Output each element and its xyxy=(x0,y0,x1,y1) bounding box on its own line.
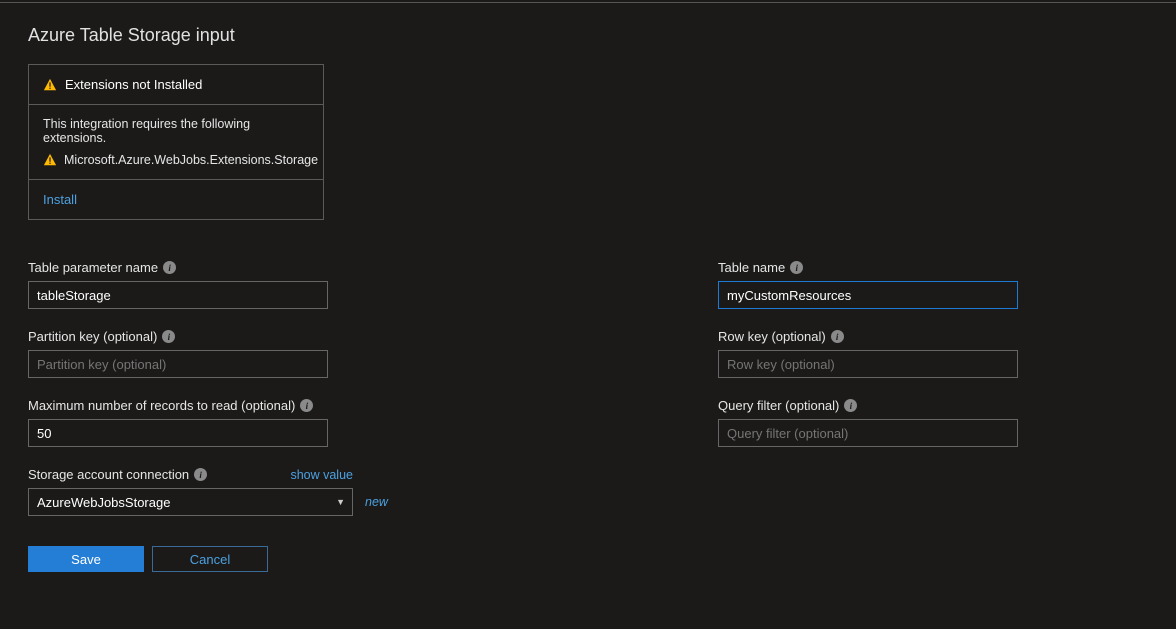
show-value-link[interactable]: show value xyxy=(290,468,353,482)
storage-connection-label: Storage account connection xyxy=(28,467,189,482)
table-name-input[interactable] xyxy=(718,281,1018,309)
info-icon[interactable]: i xyxy=(300,399,313,412)
info-icon[interactable]: i xyxy=(790,261,803,274)
query-filter-input[interactable] xyxy=(718,419,1018,447)
max-records-label: Maximum number of records to read (optio… xyxy=(28,398,295,413)
partition-key-label: Partition key (optional) xyxy=(28,329,157,344)
max-records-input[interactable] xyxy=(28,419,328,447)
extension-name: Microsoft.Azure.WebJobs.Extensions.Stora… xyxy=(64,153,318,167)
info-icon[interactable]: i xyxy=(163,261,176,274)
table-name-label: Table name xyxy=(718,260,785,275)
info-icon[interactable]: i xyxy=(844,399,857,412)
warning-icon xyxy=(43,78,57,92)
storage-connection-value: AzureWebJobsStorage xyxy=(37,495,170,510)
alert-header-text: Extensions not Installed xyxy=(65,77,202,92)
page-title: Azure Table Storage input xyxy=(28,25,1148,46)
new-connection-link[interactable]: new xyxy=(365,495,388,509)
cancel-button[interactable]: Cancel xyxy=(152,546,268,572)
info-icon[interactable]: i xyxy=(831,330,844,343)
partition-key-input[interactable] xyxy=(28,350,328,378)
extensions-alert: Extensions not Installed This integratio… xyxy=(28,64,324,220)
chevron-down-icon: ▼ xyxy=(336,497,345,507)
save-button[interactable]: Save xyxy=(28,546,144,572)
warning-icon xyxy=(43,153,57,167)
table-parameter-name-input[interactable] xyxy=(28,281,328,309)
storage-connection-select[interactable]: AzureWebJobsStorage ▼ xyxy=(28,488,353,516)
info-icon[interactable]: i xyxy=(162,330,175,343)
info-icon[interactable]: i xyxy=(194,468,207,481)
alert-body-text: This integration requires the following … xyxy=(43,117,309,145)
row-key-input[interactable] xyxy=(718,350,1018,378)
query-filter-label: Query filter (optional) xyxy=(718,398,839,413)
table-parameter-name-label: Table parameter name xyxy=(28,260,158,275)
row-key-label: Row key (optional) xyxy=(718,329,826,344)
install-link[interactable]: Install xyxy=(43,192,77,207)
